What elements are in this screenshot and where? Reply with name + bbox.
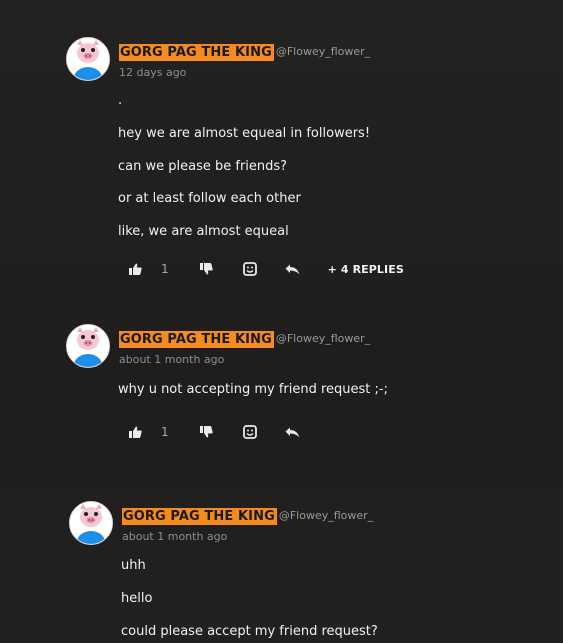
comment-actions: 1 + 4 REPLIES	[127, 259, 404, 279]
avatar[interactable]	[66, 37, 110, 81]
thumbs-down-icon	[200, 426, 213, 438]
avatar[interactable]	[69, 501, 113, 545]
comment-text-line: can we please be friends?	[118, 159, 288, 174]
user-handle[interactable]: @Flowey_flower_	[276, 45, 370, 58]
comment-header: GORG PAG THE KING @Flowey_flower_ 12 days…	[119, 41, 370, 79]
comment-actions: 1	[127, 422, 301, 442]
like-count: 1	[161, 425, 169, 439]
comment-text-line: hello	[121, 591, 153, 606]
comment-text-line: like, we are almost equeal	[118, 224, 289, 239]
view-replies-link[interactable]: + 4 REPLIES	[328, 263, 404, 276]
comments-feed: GORG PAG THE KING @Flowey_flower_ 12 days…	[0, 0, 563, 643]
like-count: 1	[161, 262, 169, 276]
emoji-react-button[interactable]	[242, 422, 258, 442]
thumbs-down-icon	[200, 263, 213, 275]
reply-button[interactable]	[285, 422, 301, 442]
username[interactable]: GORG PAG THE KING	[122, 508, 277, 525]
comment-text-line: uhh	[121, 558, 146, 573]
pig-avatar-icon	[70, 502, 112, 544]
comment-text-line: hey we are almost equeal in followers!	[118, 126, 371, 141]
comment-text-line: .	[118, 93, 123, 108]
comment-text-line: could please accept my friend request?	[121, 624, 378, 639]
timestamp: 12 days ago	[119, 66, 187, 79]
avatar[interactable]	[66, 324, 110, 368]
comment-header: GORG PAG THE KING @Flowey_flower_ about 1…	[122, 505, 373, 543]
reply-arrow-icon	[285, 427, 300, 437]
pig-avatar-icon	[67, 325, 109, 367]
emoji-icon	[242, 425, 257, 439]
timestamp: about 1 month ago	[119, 353, 225, 366]
pig-avatar-icon	[67, 38, 109, 80]
username[interactable]: GORG PAG THE KING	[119, 44, 274, 61]
reply-button[interactable]	[285, 259, 301, 279]
comment-text-line: or at least follow each other	[118, 191, 301, 206]
comment-header: GORG PAG THE KING @Flowey_flower_ about 1…	[119, 328, 370, 366]
username[interactable]: GORG PAG THE KING	[119, 331, 274, 348]
like-button[interactable]	[127, 259, 143, 279]
emoji-react-button[interactable]	[242, 259, 258, 279]
thumbs-up-icon	[128, 263, 142, 275]
emoji-icon	[242, 262, 257, 276]
reply-arrow-icon	[285, 264, 300, 274]
user-handle[interactable]: @Flowey_flower_	[276, 332, 370, 345]
dislike-button[interactable]	[199, 422, 215, 442]
user-handle[interactable]: @Flowey_flower_	[279, 509, 373, 522]
comment-text-line: why u not accepting my friend request ;-…	[118, 382, 388, 397]
dislike-button[interactable]	[199, 259, 215, 279]
like-button[interactable]	[127, 422, 143, 442]
timestamp: about 1 month ago	[122, 530, 228, 543]
thumbs-up-icon	[128, 426, 142, 438]
